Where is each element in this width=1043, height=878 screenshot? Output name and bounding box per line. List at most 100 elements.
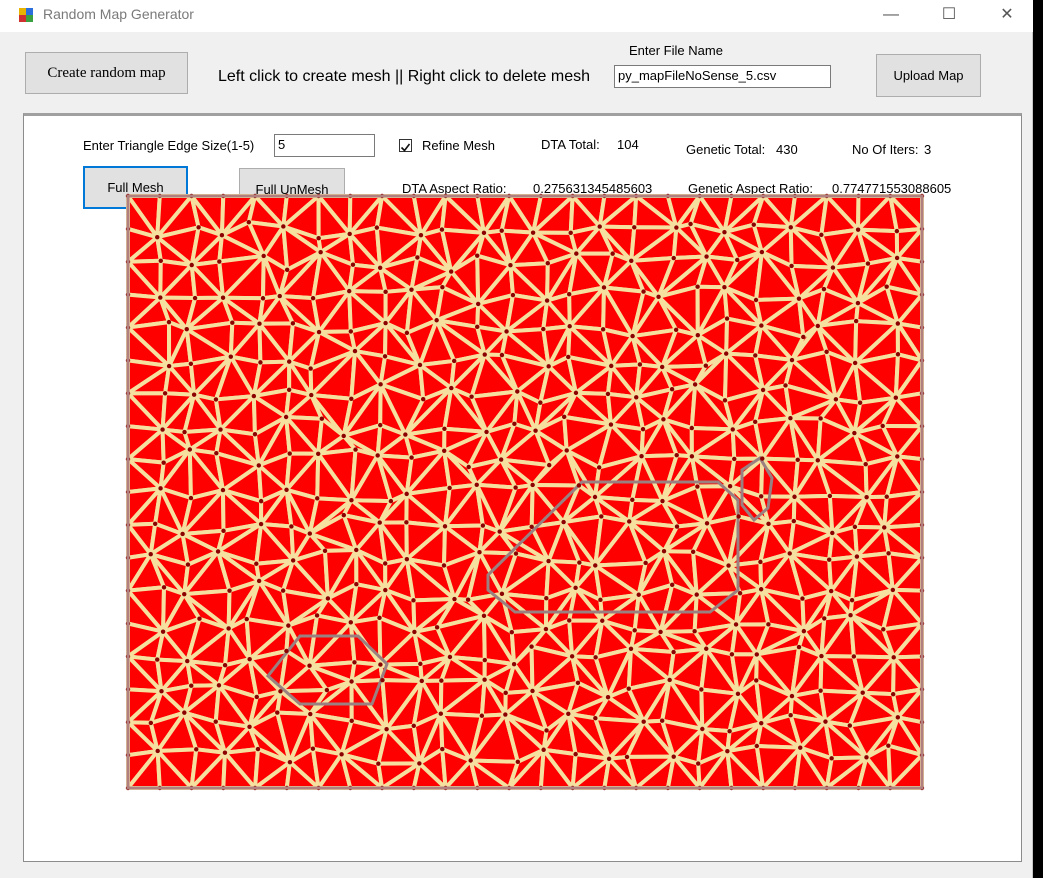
mesh-vertex: [801, 334, 806, 340]
mesh-vertex: [284, 648, 289, 654]
mesh-canvas[interactable]: [0, 0, 1043, 878]
mesh-vertex: [659, 718, 665, 723]
mesh-vertex: [511, 661, 517, 667]
mesh-vertex: [384, 726, 389, 732]
mesh-vertex: [798, 745, 803, 750]
mesh-vertex: [499, 591, 505, 597]
mesh-vertex: [160, 629, 166, 634]
mesh-vertex: [347, 288, 352, 294]
mesh-vertex: [852, 430, 857, 436]
mesh-vertex: [699, 687, 704, 692]
mesh-vertex: [690, 549, 696, 554]
mesh-vertex: [440, 746, 445, 752]
mesh-vertex: [641, 719, 646, 724]
mesh-vertex: [287, 759, 293, 765]
mesh-vertex: [608, 422, 614, 427]
mesh-vertex: [374, 225, 380, 230]
mesh-vertex: [829, 756, 834, 761]
mesh-vertex: [819, 653, 824, 659]
mesh-vertex: [890, 587, 896, 593]
mesh-vertex: [188, 495, 194, 501]
mesh-vertex: [600, 618, 605, 623]
mesh-vertex: [724, 316, 730, 321]
mesh-vertex: [789, 693, 795, 699]
mesh-vertex: [218, 427, 223, 432]
mesh-vertex: [671, 255, 676, 261]
mesh-vertex: [567, 618, 572, 623]
mesh-vertex: [593, 716, 598, 721]
mesh-vertex: [411, 598, 416, 603]
mesh-vertex: [378, 382, 383, 387]
mesh-vertex: [378, 662, 383, 667]
mesh-vertex: [477, 550, 482, 555]
mesh-vertex: [354, 547, 359, 553]
mesh-vertex: [227, 588, 232, 593]
mesh-vertex: [857, 400, 863, 405]
mesh-vertex: [213, 397, 219, 402]
mesh-vertex: [309, 392, 314, 398]
mesh-vertex: [541, 326, 546, 332]
mesh-vertex: [448, 269, 454, 274]
mesh-vertex: [197, 616, 202, 621]
mesh-vertex: [630, 333, 635, 339]
mesh-vertex: [289, 524, 294, 529]
mesh-vertex: [383, 587, 388, 593]
mesh-vertex: [544, 298, 550, 303]
mesh-vertex: [703, 363, 709, 368]
mesh-vertex: [316, 236, 321, 241]
mesh-vertex: [504, 329, 509, 334]
mesh-vertex: [449, 385, 454, 391]
mesh-vertex: [438, 711, 444, 716]
mesh-vertex: [281, 224, 286, 229]
mesh-vertex: [660, 498, 665, 504]
mesh-vertex: [546, 364, 551, 369]
mesh-vertex: [566, 711, 571, 716]
mesh-vertex: [674, 452, 679, 458]
mesh-vertex: [412, 629, 417, 635]
mesh-vertex: [791, 518, 797, 524]
mesh-vertex: [801, 628, 807, 634]
mesh-vertex: [161, 460, 166, 465]
mesh-vertex: [497, 529, 502, 534]
mesh-vertex: [752, 419, 758, 425]
mesh-vertex: [566, 354, 571, 360]
mesh-vertex: [727, 483, 733, 489]
mesh-vertex: [759, 249, 765, 255]
mesh-vertex: [349, 679, 354, 684]
mesh-vertex: [796, 296, 802, 301]
mesh-vertex: [760, 456, 765, 461]
mesh-vertex: [503, 712, 508, 717]
mesh-vertex: [567, 324, 572, 329]
mesh-vertex: [661, 548, 667, 554]
mesh-vertex: [543, 626, 549, 632]
mesh-vertex: [481, 613, 487, 619]
mesh-vertex: [695, 484, 700, 489]
mesh-vertex: [704, 646, 709, 651]
mesh-vertex: [627, 519, 632, 524]
mesh-vertex: [758, 494, 764, 499]
mesh-vertex: [256, 578, 262, 584]
mesh-vertex: [217, 259, 222, 264]
mesh-vertex: [418, 232, 424, 238]
mesh-vertex: [692, 382, 698, 387]
mesh-vertex: [824, 349, 829, 355]
mesh-vertex: [610, 251, 615, 256]
mesh-vertex: [185, 562, 191, 567]
mesh-vertex: [315, 496, 320, 501]
mesh-vertex: [599, 514, 604, 519]
mesh-vertex: [378, 422, 383, 428]
mesh-vertex: [308, 711, 313, 717]
mesh-vertex: [404, 330, 410, 336]
mesh-vertex: [182, 591, 187, 597]
mesh-vertex: [415, 255, 420, 260]
mesh-vertex: [726, 563, 731, 568]
mesh-vertex: [258, 521, 264, 527]
mesh-vertex: [815, 458, 820, 463]
mesh-vertex: [689, 454, 695, 459]
mesh-vertex: [597, 224, 602, 229]
mesh-vertex: [307, 663, 312, 668]
mesh-vertex: [848, 613, 853, 618]
mesh-vertex: [569, 654, 575, 659]
mesh-vertex: [404, 520, 409, 525]
mesh-vertex: [322, 548, 328, 554]
